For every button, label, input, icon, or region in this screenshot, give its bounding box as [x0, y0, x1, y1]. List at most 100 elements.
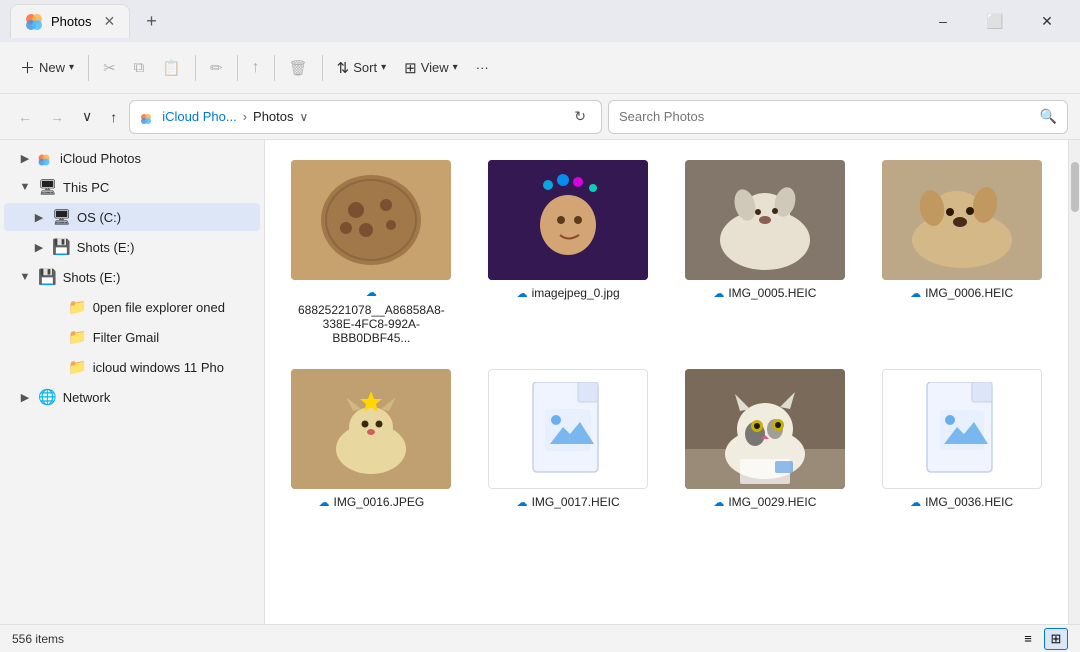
up-button[interactable]: ↑ — [104, 105, 123, 129]
breadcrumb-dropdown[interactable]: ∨ — [300, 110, 309, 124]
rename-icon: ✏ — [210, 59, 223, 77]
paste-button[interactable]: 📋 — [154, 50, 189, 86]
toolbar-separator-3 — [237, 55, 238, 81]
view-button[interactable]: ⊞ View ▾ — [396, 50, 466, 86]
sidebar-item-network[interactable]: ▶ 🌐 Network — [4, 383, 260, 411]
sidebar-item-icloud-photos[interactable]: ▶ iCloud Photos — [4, 145, 260, 171]
grid-view-button[interactable]: ⊞ — [1044, 628, 1068, 650]
rename-button[interactable]: ✏ — [202, 50, 231, 86]
search-icon: 🔍 — [1040, 108, 1057, 125]
copy-icon: ⧉ — [134, 59, 145, 76]
file-item-7[interactable]: ☁ IMG_0029.HEIC — [671, 361, 860, 517]
thumb-svg-1 — [291, 160, 451, 280]
sidebar-item-folder3[interactable]: 📁 icloud windows 11 Pho — [4, 353, 260, 381]
refresh-button[interactable]: ↻ — [569, 106, 591, 127]
more-icon: ··· — [476, 60, 489, 75]
vertical-scrollbar[interactable] — [1068, 140, 1080, 624]
view-icon: ⊞ — [404, 59, 417, 77]
forward-button[interactable]: → — [44, 105, 70, 129]
toolbar: ＋ New ▾ ✂ ⧉ 📋 ✏ ↑ 🗑 ⇅ Sort ▾ ⊞ View ▾ ··… — [0, 42, 1080, 94]
cloud-icon-4: ☁ — [910, 287, 921, 300]
breadcrumb-icloud[interactable]: iCloud Pho... — [162, 109, 236, 124]
view-label: View — [421, 60, 449, 75]
doc-icon-svg-6 — [528, 382, 608, 477]
sidebar: ▶ iCloud Photos ▼ 🖥 This PC ▶ 🖥 OS (C:) … — [0, 140, 265, 624]
sort-button[interactable]: ⇅ Sort ▾ — [329, 50, 394, 86]
file-item-5[interactable]: ☁ IMG_0016.JPEG — [277, 361, 466, 517]
folder1-icon: 📁 — [68, 298, 87, 316]
new-button[interactable]: ＋ New ▾ — [12, 50, 82, 86]
cloud-icon-8: ☁ — [910, 496, 921, 509]
cut-button[interactable]: ✂ — [95, 50, 124, 86]
close-button[interactable]: ✕ — [1024, 6, 1070, 36]
expand-icon-icloud: ▶ — [18, 152, 32, 165]
file-item-1[interactable]: ☁ 68825221078__A86858A8-338E-4FC8-992A-B… — [277, 152, 466, 353]
main-area: ▶ iCloud Photos ▼ 🖥 This PC ▶ 🖥 OS (C:) … — [0, 140, 1080, 624]
file-grid: ☁ 68825221078__A86858A8-338E-4FC8-992A-B… — [273, 148, 1060, 521]
doc-icon-svg-8 — [922, 382, 1002, 477]
photos-app-icon — [25, 13, 43, 31]
status-bar: 556 items ≡ ⊞ — [0, 624, 1080, 652]
file-item-4[interactable]: ☁ IMG_0006.HEIC — [867, 152, 1056, 353]
file-name-4: ☁ IMG_0006.HEIC — [910, 286, 1013, 300]
file-item-2[interactable]: ☁ imagejpeg_0.jpg — [474, 152, 663, 353]
shots-e2-icon: 💾 — [38, 268, 57, 286]
shots-e1-icon: 💾 — [52, 238, 71, 256]
new-tab-button[interactable]: + — [146, 11, 157, 32]
sort-label: Sort — [353, 60, 377, 75]
file-item-8[interactable]: ☁ IMG_0036.HEIC — [867, 361, 1056, 517]
file-name-5: ☁ IMG_0016.JPEG — [319, 495, 425, 509]
expand-icon-this-pc: ▼ — [18, 181, 32, 193]
folder2-icon: 📁 — [68, 328, 87, 346]
file-item-6[interactable]: ☁ IMG_0017.HEIC — [474, 361, 663, 517]
window-controls: – ⬜ ✕ — [920, 6, 1070, 36]
file-thumb-7 — [685, 369, 845, 489]
sidebar-item-os-c[interactable]: ▶ 🖥 OS (C:) — [4, 203, 260, 231]
new-label: New — [39, 60, 65, 75]
title-bar: Photos ✕ + – ⬜ ✕ — [0, 0, 1080, 42]
cloud-icon-3: ☁ — [713, 287, 724, 300]
cloud-icon-2: ☁ — [517, 287, 528, 300]
scrollbar-thumb[interactable] — [1071, 162, 1079, 212]
cloud-icon-7: ☁ — [713, 496, 724, 509]
search-input[interactable] — [619, 109, 1040, 124]
address-bar: ← → ∨ ↑ iCloud Pho... › Photos ∨ ↻ 🔍 — [0, 94, 1080, 140]
more-button[interactable]: ··· — [468, 50, 497, 86]
copy-button[interactable]: ⧉ — [126, 50, 153, 86]
maximize-button[interactable]: ⬜ — [972, 6, 1018, 36]
back-button[interactable]: ← — [12, 105, 38, 129]
list-view-button[interactable]: ≡ — [1016, 628, 1040, 650]
expand-icon-shots-e2: ▼ — [18, 271, 32, 283]
file-area: ☁ 68825221078__A86858A8-338E-4FC8-992A-B… — [265, 140, 1068, 624]
tab-title: Photos — [51, 14, 91, 29]
view-controls: ≡ ⊞ — [1016, 628, 1068, 650]
sidebar-label-folder2: Filter Gmail — [93, 330, 159, 345]
this-pc-icon: 🖥 — [38, 178, 57, 196]
sidebar-item-folder2[interactable]: 📁 Filter Gmail — [4, 323, 260, 351]
sidebar-item-this-pc[interactable]: ▼ 🖥 This PC — [4, 173, 260, 201]
sidebar-item-shots-e2[interactable]: ▼ 💾 Shots (E:) — [4, 263, 260, 291]
sidebar-item-folder1[interactable]: 📁 0pen file explorer oned — [4, 293, 260, 321]
thumb-svg-5 — [291, 369, 451, 489]
search-bar: 🔍 — [608, 100, 1068, 134]
file-name-3: ☁ IMG_0005.HEIC — [713, 286, 816, 300]
sidebar-item-shots-e1[interactable]: ▶ 💾 Shots (E:) — [4, 233, 260, 261]
sidebar-label-folder3: icloud windows 11 Pho — [93, 360, 224, 375]
sidebar-label-this-pc: This PC — [63, 180, 109, 195]
cloud-icon-6: ☁ — [517, 496, 528, 509]
recent-button[interactable]: ∨ — [76, 104, 98, 129]
minimize-button[interactable]: – — [920, 6, 966, 36]
view-dropdown-arrow: ▾ — [453, 62, 458, 73]
share-button[interactable]: ↑ — [244, 50, 268, 86]
sidebar-label-folder1: 0pen file explorer oned — [93, 300, 225, 315]
folder3-icon: 📁 — [68, 358, 87, 376]
icloud-icon — [38, 150, 54, 166]
cut-icon: ✂ — [103, 59, 116, 77]
os-c-icon: 🖥 — [52, 208, 71, 226]
new-dropdown-arrow: ▾ — [69, 62, 74, 73]
sidebar-label-os-c: OS (C:) — [77, 210, 121, 225]
app-tab[interactable]: Photos ✕ — [10, 4, 130, 38]
tab-close-button[interactable]: ✕ — [103, 13, 115, 30]
file-item-3[interactable]: ☁ IMG_0005.HEIC — [671, 152, 860, 353]
delete-button[interactable]: 🗑 — [281, 50, 316, 86]
